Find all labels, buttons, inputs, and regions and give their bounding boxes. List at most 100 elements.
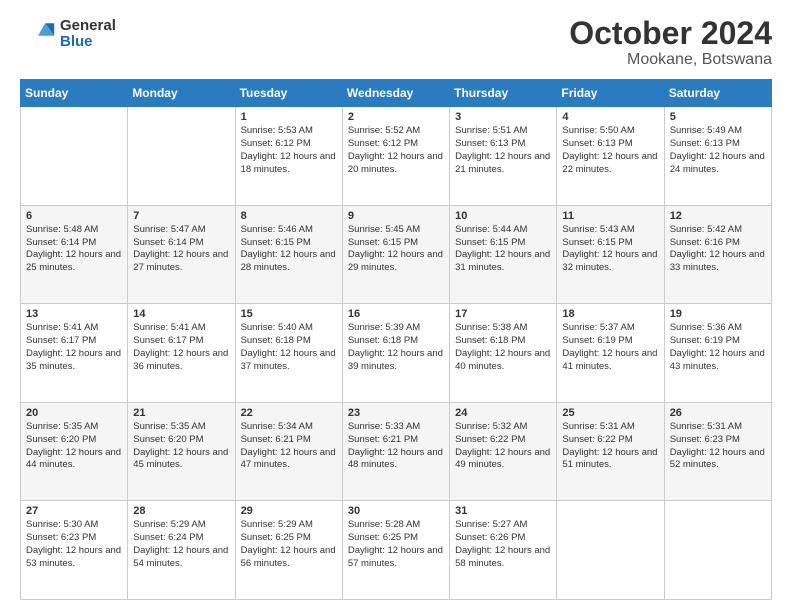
day-info: Sunrise: 5:50 AM Sunset: 6:13 PM Dayligh… [562,125,658,176]
day-info: Sunrise: 5:49 AM Sunset: 6:13 PM Dayligh… [670,125,766,176]
day-info: Sunrise: 5:45 AM Sunset: 6:15 PM Dayligh… [348,224,444,275]
day-number: 3 [455,111,551,123]
day-number: 5 [670,111,766,123]
title-block: October 2024 Mookane, Botswana [569,16,772,69]
logo-icon [20,16,56,52]
day-number: 7 [133,210,229,222]
logo-blue: Blue [60,34,116,51]
week-row-2: 6 Sunrise: 5:48 AM Sunset: 6:14 PM Daylig… [21,205,772,304]
day-cell: 18 Sunrise: 5:37 AM Sunset: 6:19 PM Dayli… [557,304,664,403]
day-cell: 27 Sunrise: 5:30 AM Sunset: 6:23 PM Dayli… [21,501,128,600]
day-cell: 9 Sunrise: 5:45 AM Sunset: 6:15 PM Daylig… [342,205,449,304]
day-info: Sunrise: 5:42 AM Sunset: 6:16 PM Dayligh… [670,224,766,275]
calendar-body: 1 Sunrise: 5:53 AM Sunset: 6:12 PM Daylig… [21,107,772,600]
day-cell: 28Sunrise: 5:29 AM Sunset: 6:24 PM Dayli… [128,501,235,600]
day-number: 28 [133,505,229,517]
day-info: Sunrise: 5:37 AM Sunset: 6:19 PM Dayligh… [562,322,658,373]
day-cell: 29Sunrise: 5:29 AM Sunset: 6:25 PM Dayli… [235,501,342,600]
day-number: 24 [455,407,551,419]
day-cell: 21Sunrise: 5:35 AM Sunset: 6:20 PM Dayli… [128,402,235,501]
day-info: Sunrise: 5:43 AM Sunset: 6:15 PM Dayligh… [562,224,658,275]
calendar-subtitle: Mookane, Botswana [569,51,772,69]
day-number: 31 [455,505,551,517]
day-number: 13 [26,308,122,320]
day-cell: 4 Sunrise: 5:50 AM Sunset: 6:13 PM Daylig… [557,107,664,206]
day-cell: 10 Sunrise: 5:44 AM Sunset: 6:15 PM Dayli… [450,205,557,304]
week-row-4: 20 Sunrise: 5:35 AM Sunset: 6:20 PM Dayli… [21,402,772,501]
day-number: 1 [241,111,337,123]
day-info: Sunrise: 5:51 AM Sunset: 6:13 PM Dayligh… [455,125,551,176]
day-cell: 5 Sunrise: 5:49 AM Sunset: 6:13 PM Daylig… [664,107,771,206]
day-cell: 13 Sunrise: 5:41 AM Sunset: 6:17 PM Dayli… [21,304,128,403]
day-info: Sunrise: 5:27 AM Sunset: 6:26 PM Dayligh… [455,519,551,570]
day-number: 22 [241,407,337,419]
day-number: 29 [241,505,337,517]
day-info: Sunrise: 5:31 AM Sunset: 6:23 PM Dayligh… [670,421,766,472]
day-info: Sunrise: 5:38 AM Sunset: 6:18 PM Dayligh… [455,322,551,373]
day-info: Sunrise: 5:41 AM Sunset: 6:17 PM Dayligh… [133,322,229,373]
day-info: Sunrise: 5:40 AM Sunset: 6:18 PM Dayligh… [241,322,337,373]
day-number: 20 [26,407,122,419]
day-number: 18 [562,308,658,320]
week-row-1: 1 Sunrise: 5:53 AM Sunset: 6:12 PM Daylig… [21,107,772,206]
day-cell: 14 Sunrise: 5:41 AM Sunset: 6:17 PM Dayli… [128,304,235,403]
day-number: 14 [133,308,229,320]
day-header-monday: Monday [128,80,235,107]
day-number: 16 [348,308,444,320]
day-number: 11 [562,210,658,222]
logo: General Blue [20,16,116,52]
day-number: 6 [26,210,122,222]
day-cell: 25Sunrise: 5:31 AM Sunset: 6:22 PM Dayli… [557,402,664,501]
day-cell: 17 Sunrise: 5:38 AM Sunset: 6:18 PM Dayli… [450,304,557,403]
day-header-friday: Friday [557,80,664,107]
day-number: 4 [562,111,658,123]
day-info: Sunrise: 5:44 AM Sunset: 6:15 PM Dayligh… [455,224,551,275]
day-cell: 23Sunrise: 5:33 AM Sunset: 6:21 PM Dayli… [342,402,449,501]
day-cell: 8 Sunrise: 5:46 AM Sunset: 6:15 PM Daylig… [235,205,342,304]
day-number: 26 [670,407,766,419]
day-number: 9 [348,210,444,222]
day-number: 10 [455,210,551,222]
day-info: Sunrise: 5:48 AM Sunset: 6:14 PM Dayligh… [26,224,122,275]
day-cell: 15 Sunrise: 5:40 AM Sunset: 6:18 PM Dayli… [235,304,342,403]
day-header-thursday: Thursday [450,80,557,107]
day-header-sunday: Sunday [21,80,128,107]
day-number: 21 [133,407,229,419]
day-info: Sunrise: 5:30 AM Sunset: 6:23 PM Dayligh… [26,519,122,570]
day-info: Sunrise: 5:53 AM Sunset: 6:12 PM Dayligh… [241,125,337,176]
day-number: 17 [455,308,551,320]
day-number: 30 [348,505,444,517]
day-info: Sunrise: 5:41 AM Sunset: 6:17 PM Dayligh… [26,322,122,373]
day-cell: 19 Sunrise: 5:36 AM Sunset: 6:19 PM Dayli… [664,304,771,403]
day-cell [664,501,771,600]
day-number: 15 [241,308,337,320]
day-info: Sunrise: 5:52 AM Sunset: 6:12 PM Dayligh… [348,125,444,176]
day-header-tuesday: Tuesday [235,80,342,107]
day-number: 19 [670,308,766,320]
day-cell [557,501,664,600]
day-cell: 31 Sunrise: 5:27 AM Sunset: 6:26 PM Dayli… [450,501,557,600]
day-cell: 12 Sunrise: 5:42 AM Sunset: 6:16 PM Dayli… [664,205,771,304]
calendar-title: October 2024 [569,16,772,51]
day-cell: 11 Sunrise: 5:43 AM Sunset: 6:15 PM Dayli… [557,205,664,304]
week-row-5: 27 Sunrise: 5:30 AM Sunset: 6:23 PM Dayli… [21,501,772,600]
day-info: Sunrise: 5:34 AM Sunset: 6:21 PM Dayligh… [241,421,337,472]
logo-text: General Blue [60,18,116,51]
day-cell: 2 Sunrise: 5:52 AM Sunset: 6:12 PM Daylig… [342,107,449,206]
week-row-3: 13 Sunrise: 5:41 AM Sunset: 6:17 PM Dayli… [21,304,772,403]
day-cell: 1 Sunrise: 5:53 AM Sunset: 6:12 PM Daylig… [235,107,342,206]
day-info: Sunrise: 5:35 AM Sunset: 6:20 PM Dayligh… [26,421,122,472]
day-header-saturday: Saturday [664,80,771,107]
day-number: 23 [348,407,444,419]
day-info: Sunrise: 5:47 AM Sunset: 6:14 PM Dayligh… [133,224,229,275]
day-number: 27 [26,505,122,517]
day-cell: 7 Sunrise: 5:47 AM Sunset: 6:14 PM Daylig… [128,205,235,304]
day-cell: 30Sunrise: 5:28 AM Sunset: 6:25 PM Dayli… [342,501,449,600]
logo-general: General [60,18,116,35]
day-number: 12 [670,210,766,222]
day-number: 8 [241,210,337,222]
day-number: 25 [562,407,658,419]
day-info: Sunrise: 5:46 AM Sunset: 6:15 PM Dayligh… [241,224,337,275]
day-number: 2 [348,111,444,123]
day-info: Sunrise: 5:36 AM Sunset: 6:19 PM Dayligh… [670,322,766,373]
